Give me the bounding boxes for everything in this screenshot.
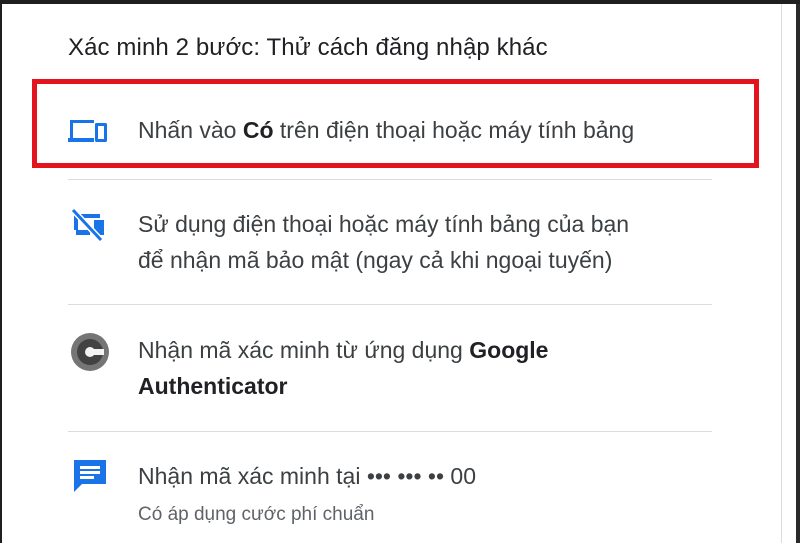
google-authenticator-icon <box>70 332 110 377</box>
option-tap-yes[interactable]: Nhấn vào Có trên điện thoại hoặc máy tín… <box>32 88 752 168</box>
divider <box>68 304 712 305</box>
option-google-authenticator[interactable]: Nhận mã xác minh từ ứng dụng Google Auth… <box>32 312 752 422</box>
option-label-bold: Có <box>242 117 274 143</box>
option-label: Nhận mã xác minh tại ••• ••• •• 00 <box>138 463 476 489</box>
phonelink-off-icon <box>70 207 108 247</box>
devices-icon <box>68 116 108 151</box>
option-label: Sử dụng điện thoại hoặc máy tính bảng củ… <box>138 206 629 278</box>
option-label-text: trên điện thoại hoặc máy tính bảng <box>273 117 635 143</box>
option-label-text: Nhận mã xác minh từ ứng dụng <box>138 337 470 363</box>
panel-divider <box>781 4 782 543</box>
option-label-line: để nhận mã bảo mật (ngay cả khi ngoại tu… <box>138 247 613 273</box>
window-right-border <box>796 4 800 543</box>
option-label-bold: Google <box>469 337 549 363</box>
option-label: Nhấn vào Có trên điện thoại hoặc máy tín… <box>138 112 634 148</box>
option-label: Nhận mã xác minh từ ứng dụng Google Auth… <box>138 332 548 404</box>
divider <box>68 179 712 180</box>
window-top-border <box>0 0 800 4</box>
option-security-code[interactable]: Sử dụng điện thoại hoặc máy tính bảng củ… <box>32 188 752 298</box>
option-label-line: Sử dụng điện thoại hoặc máy tính bảng củ… <box>138 211 630 237</box>
window-left-border <box>0 0 2 543</box>
option-sms-code[interactable]: Nhận mã xác minh tại ••• ••• •• 00 Có áp… <box>32 440 752 540</box>
option-label-text: Nhấn vào <box>138 117 243 143</box>
sms-icon <box>72 458 108 499</box>
option-subtext: Có áp dụng cước phí chuẩn <box>138 504 375 525</box>
option-label-bold: Authenticator <box>138 373 288 399</box>
divider <box>68 431 712 432</box>
page-title: Xác minh 2 bước: Thử cách đăng nhập khác <box>68 34 548 61</box>
